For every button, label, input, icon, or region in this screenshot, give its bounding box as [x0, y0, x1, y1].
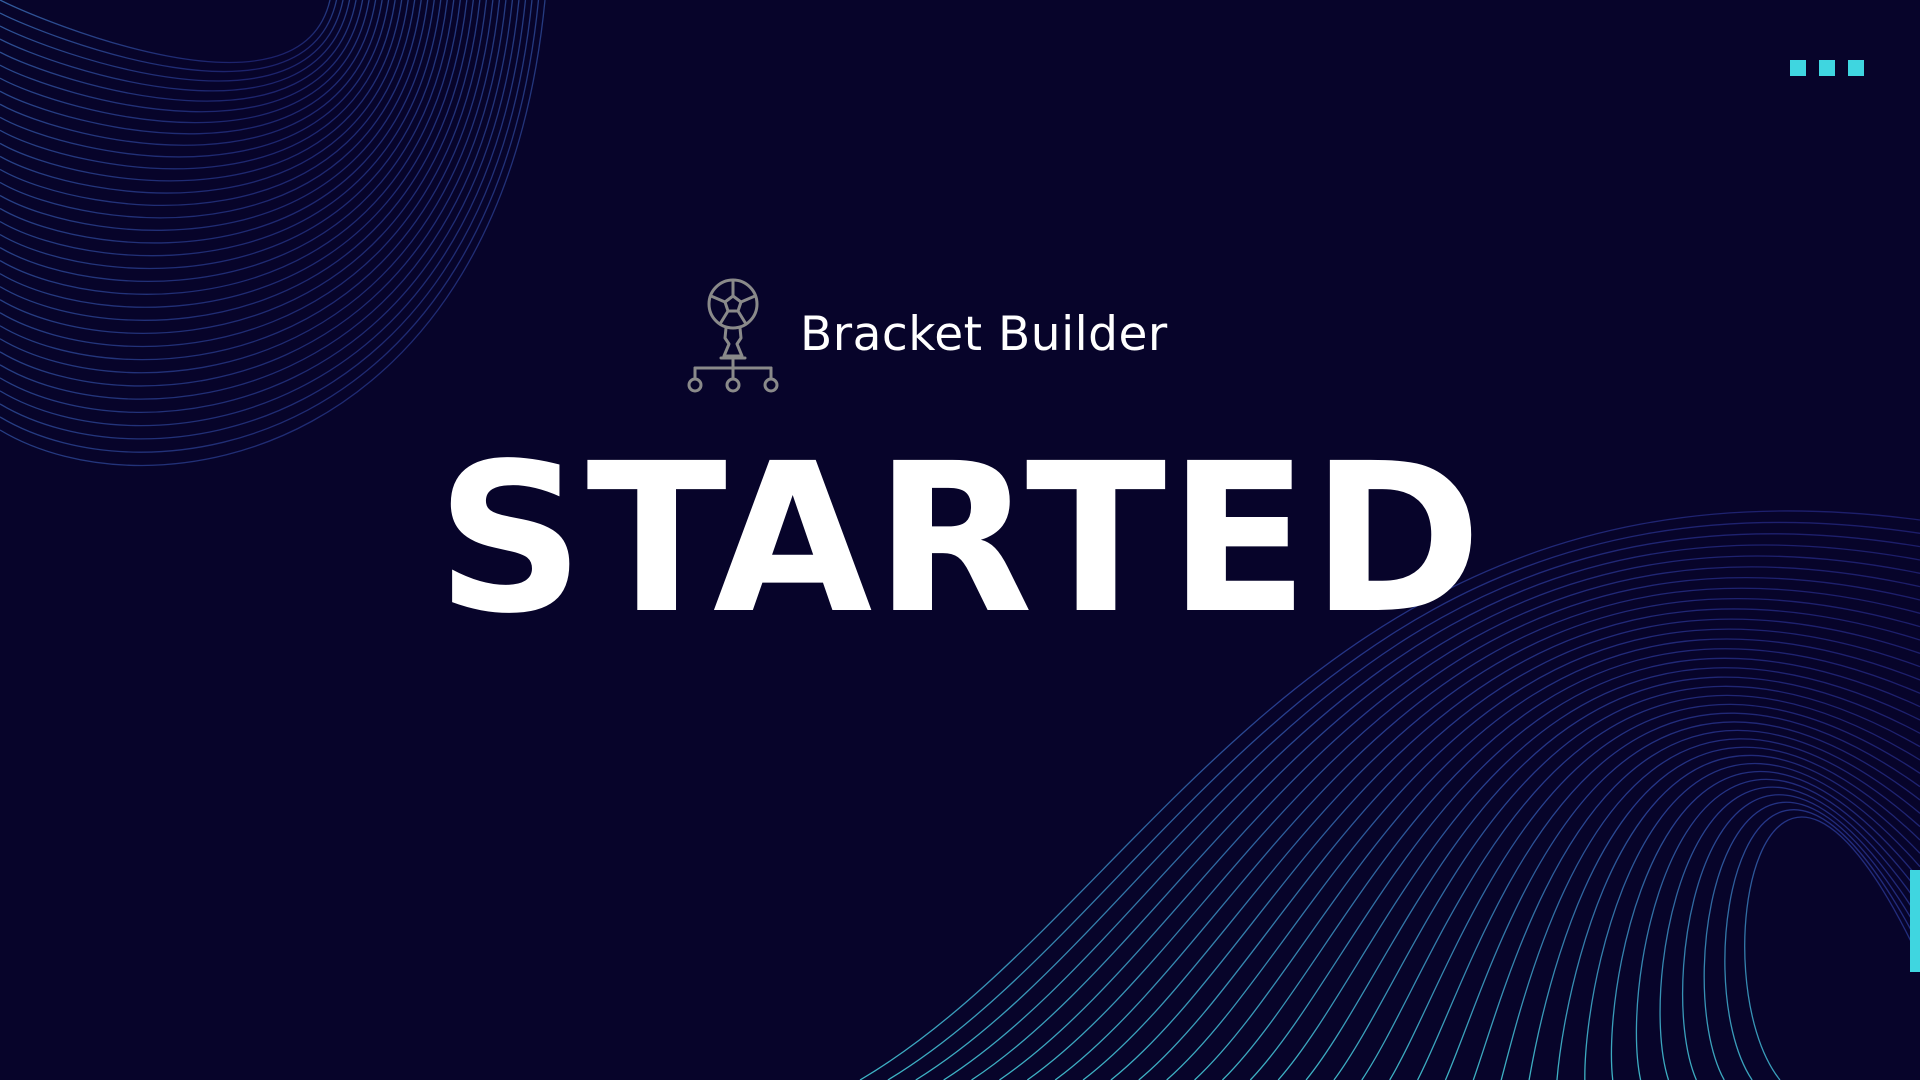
wave-line [1444, 721, 1920, 1080]
wave-line [0, 0, 481, 334]
wave-line [1417, 712, 1920, 1080]
brand-header: Bracket Builder [683, 278, 1168, 398]
brand-name: Bracket Builder [800, 306, 1168, 362]
wave-line [0, 0, 533, 440]
wave-line [1221, 648, 1920, 1080]
wave-line [0, 0, 442, 257]
wave-line [1584, 762, 1920, 1080]
wave-line [0, 0, 474, 321]
headline-title: STARTED [436, 419, 1484, 659]
wave-line [0, 0, 422, 219]
menu-dot [1790, 60, 1806, 76]
wave-line [0, 0, 468, 308]
wave-line [0, 0, 338, 72]
wave-line [0, 0, 520, 414]
wave-line [0, 0, 527, 427]
top-left-wave-lines [0, 0, 546, 467]
wave-line [0, 0, 344, 82]
wave-line [1659, 786, 1920, 1080]
wave-line [0, 0, 540, 453]
menu-dot [1848, 60, 1864, 76]
wave-line [1635, 778, 1920, 1080]
wave-line [1744, 816, 1920, 1080]
wave-line [0, 0, 351, 92]
wave-line [1610, 770, 1920, 1080]
wave-line [1556, 754, 1920, 1080]
slide-canvas: Bracket Builder STARTED [0, 0, 1920, 1080]
edge-accent-bar [1910, 870, 1920, 972]
wave-line [1361, 694, 1920, 1080]
trophy-bracket-icon [687, 278, 779, 393]
wave-line [0, 0, 507, 387]
menu-dots-icon[interactable] [1790, 56, 1880, 80]
wave-line [0, 0, 331, 64]
wave-line [1681, 794, 1920, 1080]
menu-dot [1819, 60, 1835, 76]
wave-line [1724, 809, 1920, 1080]
